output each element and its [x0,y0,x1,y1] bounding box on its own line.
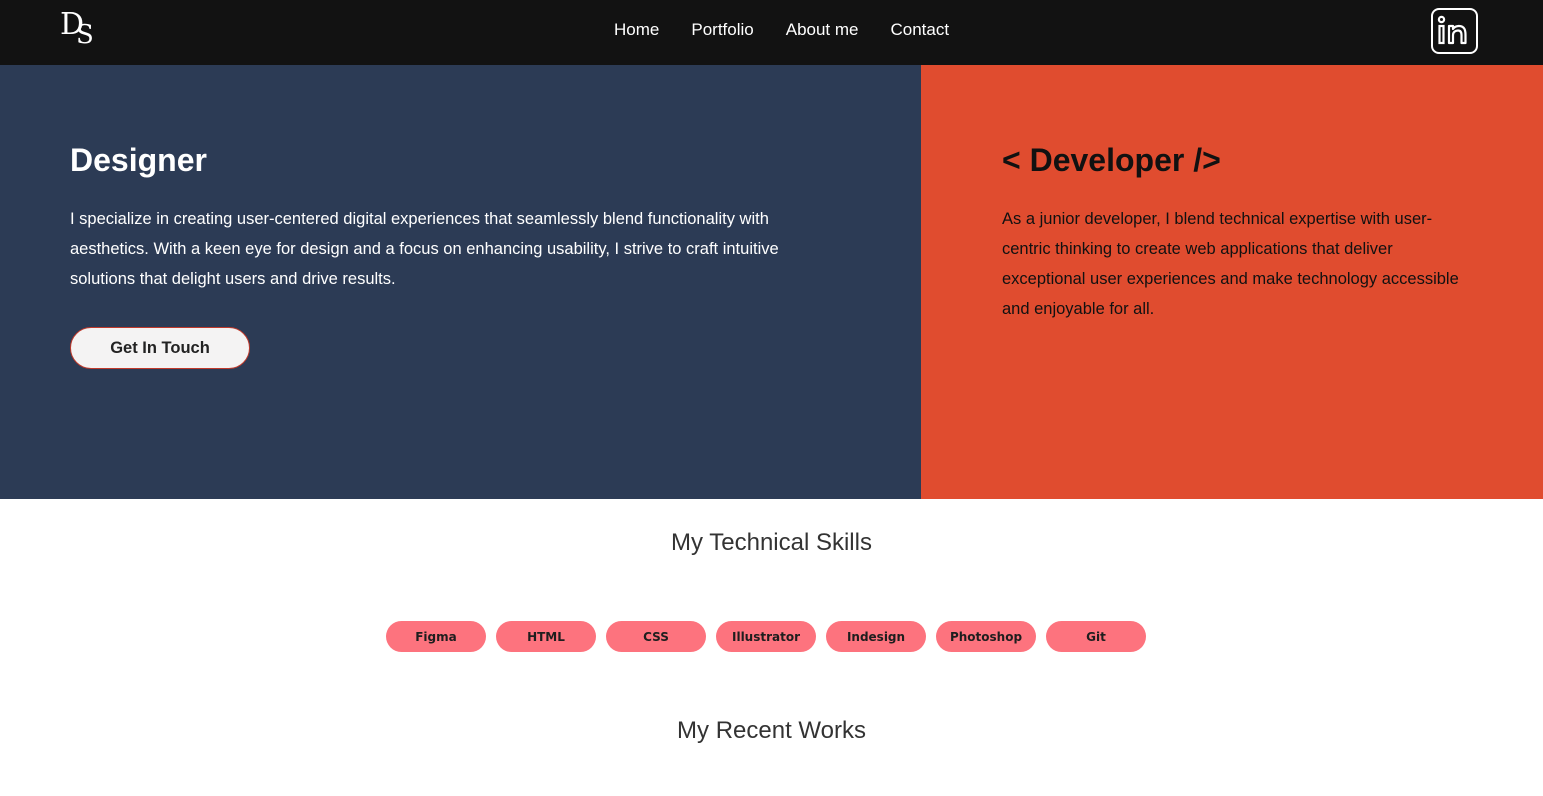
nav-portfolio-link[interactable]: Portfolio [691,19,753,41]
nav-about-link[interactable]: About me [786,19,859,41]
designer-description: I specialize in creating user-centered d… [70,210,779,288]
designer-panel: Designer I specialize in creating user-c… [0,65,921,499]
skill-pill-photoshop: Photoshop [936,621,1036,652]
skill-pill-git: Git [1046,621,1146,652]
logo-letter-s: S [76,20,94,50]
skill-pill-html: HTML [496,621,596,652]
recent-works-title: My Recent Works [677,717,866,744]
developer-heading: < Developer /> [1002,142,1221,178]
skills-list: Figma HTML CSS Illustrator Indesign Phot… [386,621,1146,652]
get-in-touch-button[interactable]: Get In Touch [70,327,250,369]
top-navigation-bar: D S Home Portfolio About me Contact [0,0,1543,65]
main-nav: Home Portfolio About me Contact [614,19,949,41]
skill-pill-illustrator: Illustrator [716,621,816,652]
skills-section-title: My Technical Skills [671,529,872,556]
skill-pill-figma: Figma [386,621,486,652]
developer-panel: < Developer /> As a junior developer, I … [921,65,1543,499]
ds-logo[interactable]: D S [60,8,100,52]
nav-home-link[interactable]: Home [614,19,659,41]
linkedin-icon[interactable] [1431,8,1478,54]
developer-description: As a junior developer, I blend technical… [1002,210,1459,318]
skill-pill-indesign: Indesign [826,621,926,652]
nav-contact-link[interactable]: Contact [891,19,950,41]
skill-pill-css: CSS [606,621,706,652]
designer-heading: Designer [70,142,207,178]
